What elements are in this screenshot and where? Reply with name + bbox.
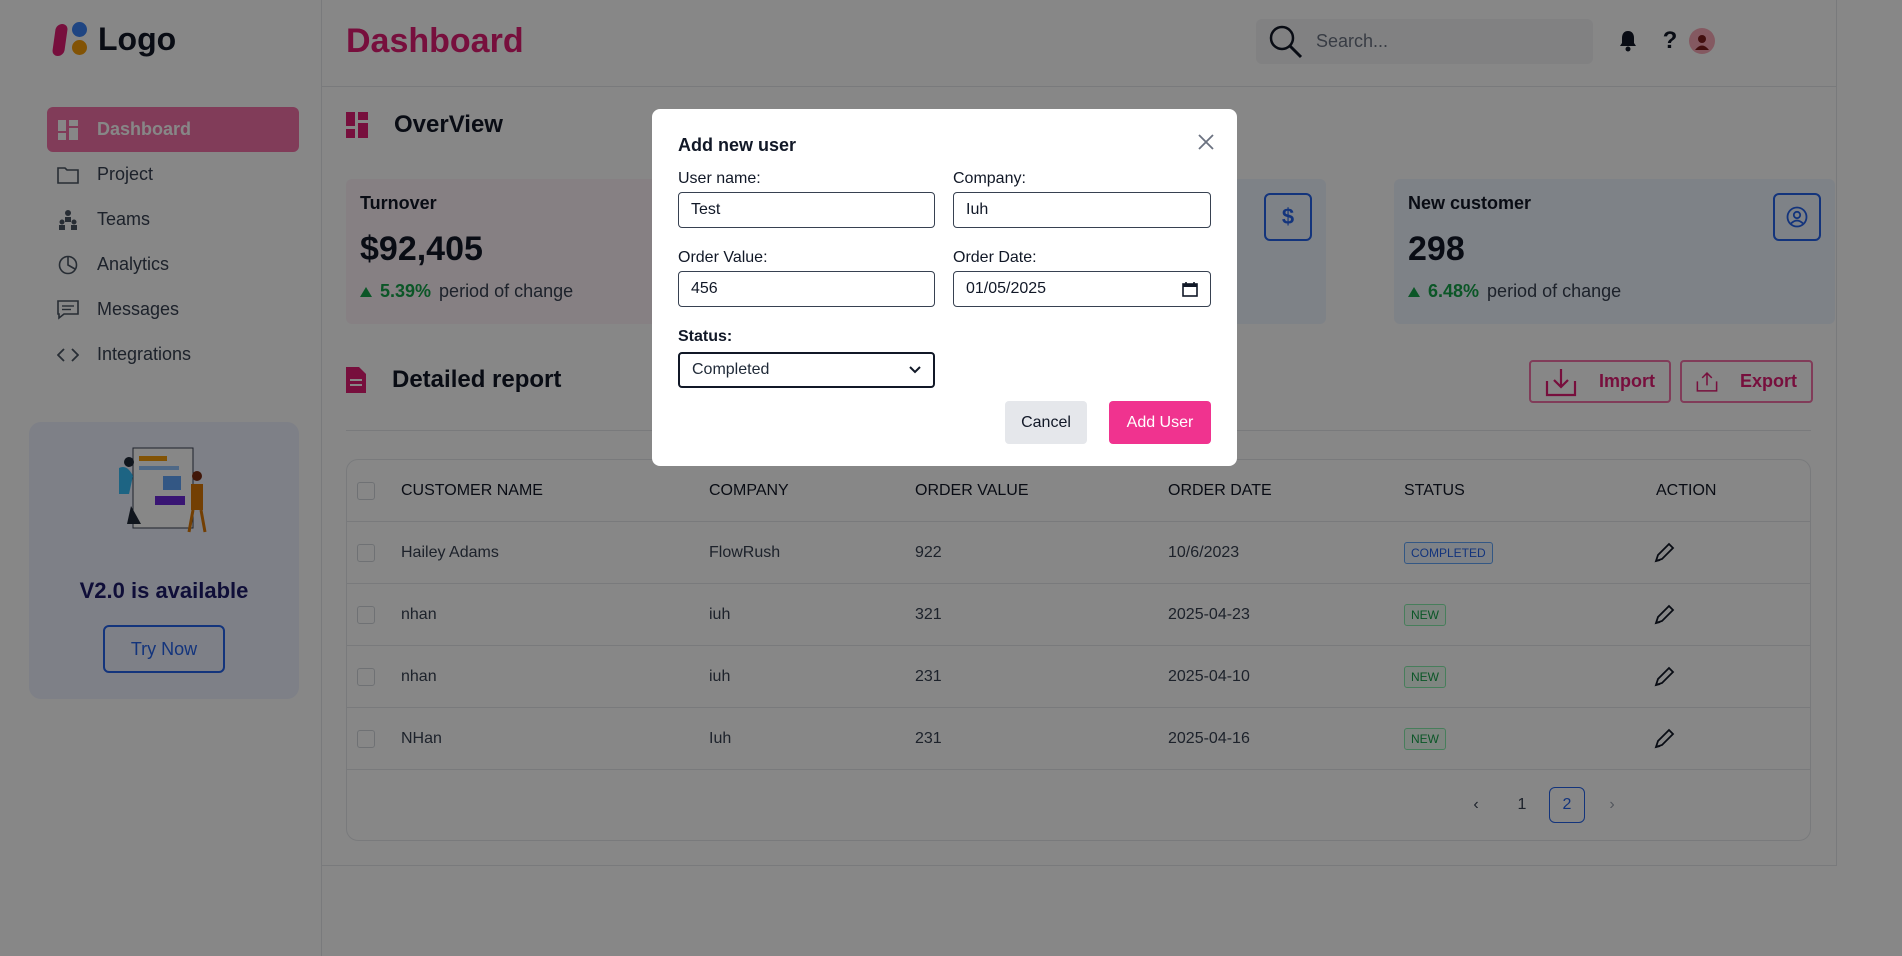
username-field[interactable]: Test [678, 192, 935, 228]
username-label: User name: [678, 170, 761, 187]
order-date-value: 01/05/2025 [966, 280, 1047, 297]
status-select[interactable]: Completed [678, 352, 935, 388]
modal-title: Add new user [678, 135, 797, 155]
chevron-down-icon [909, 366, 921, 374]
add-user-button[interactable]: Add User [1109, 401, 1211, 444]
add-user-modal: Add new user User name: Test Company: Iu… [652, 109, 1237, 466]
status-label: Status: [678, 328, 733, 345]
company-field[interactable]: Iuh [953, 192, 1211, 228]
close-icon[interactable] [1195, 131, 1217, 153]
calendar-icon[interactable] [1182, 281, 1198, 297]
order-value-label: Order Value: [678, 249, 768, 266]
order-date-label: Order Date: [953, 249, 1037, 266]
order-value-field[interactable]: 456 [678, 271, 935, 307]
status-selected-value: Completed [692, 361, 770, 378]
company-label: Company: [953, 170, 1026, 187]
order-date-field[interactable]: 01/05/2025 [953, 271, 1211, 307]
cancel-button[interactable]: Cancel [1005, 401, 1087, 444]
